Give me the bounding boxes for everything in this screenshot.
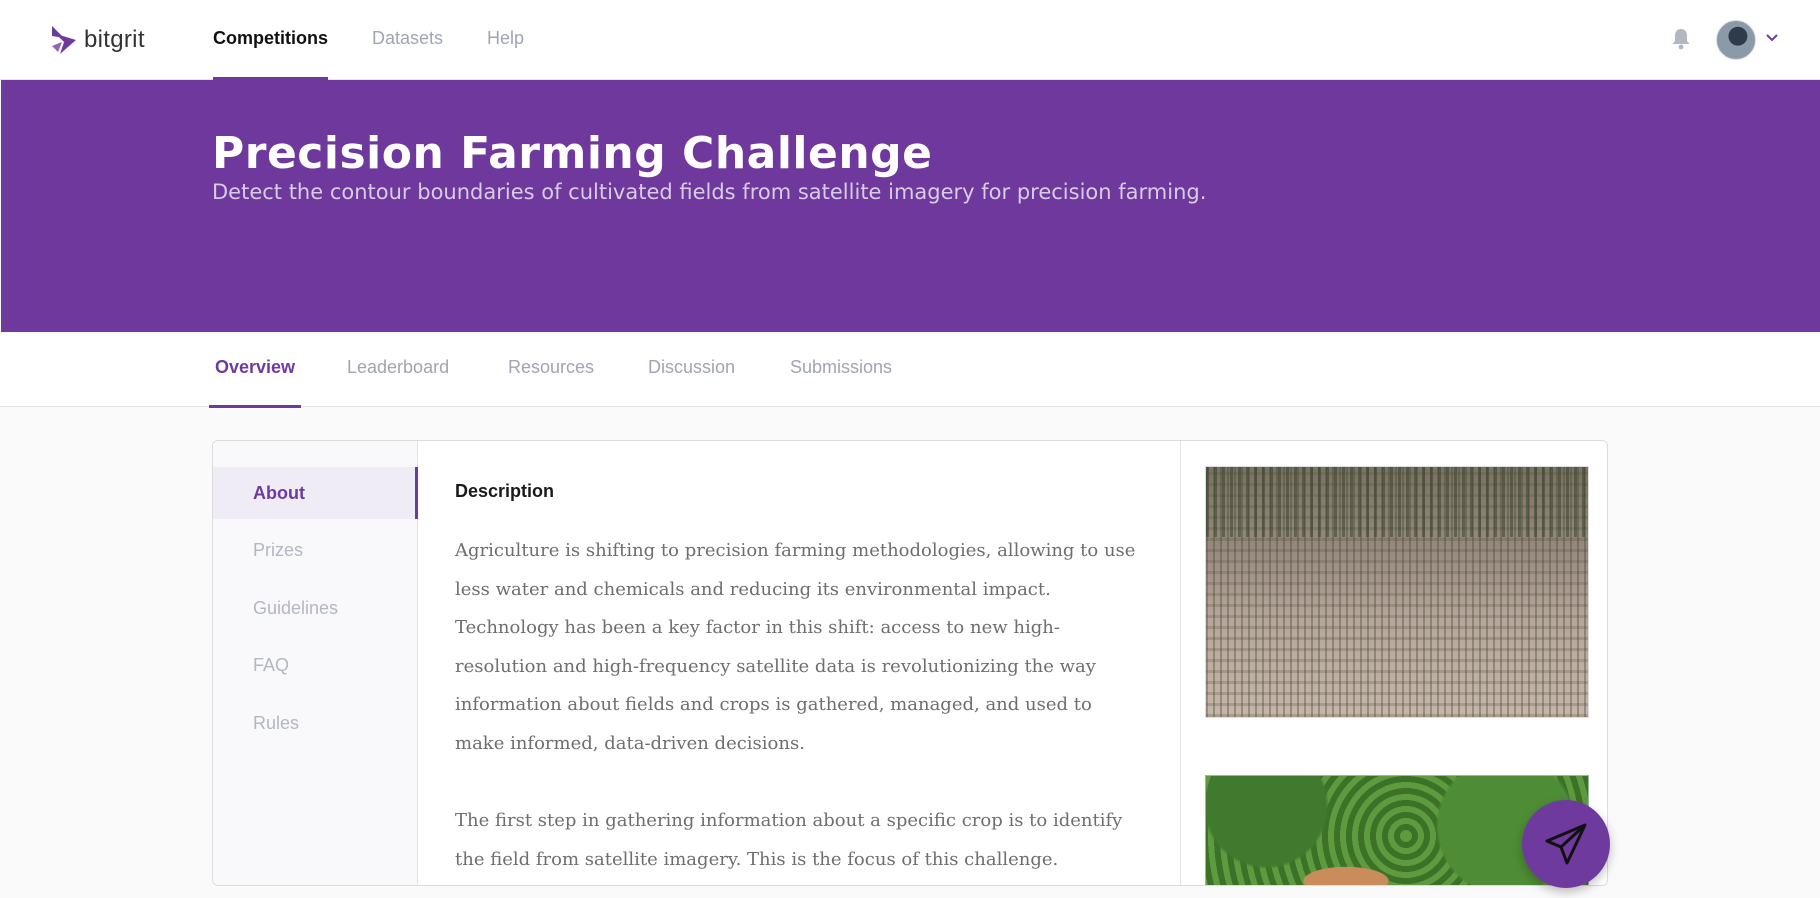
bitgrit-logo[interactable]: bitgrit (50, 20, 145, 60)
description-content: Description Agriculture is shifting to p… (419, 441, 1181, 885)
sidebar-item-about[interactable]: About (213, 467, 418, 519)
top-navigation-bar: bitgrit Competitions Datasets Help (0, 0, 1820, 80)
tab-discussion[interactable]: Discussion (648, 332, 735, 407)
competition-hero-banner: Precision Farming Challenge Detect the c… (1, 80, 1820, 332)
competition-tabs: Overview Leaderboard Resources Discussio… (0, 332, 1820, 408)
overview-sidebar: About Prizes Guidelines FAQ Rules (213, 441, 418, 885)
sidebar-item-rules[interactable]: Rules (213, 697, 418, 749)
description-heading: Description (455, 481, 555, 501)
page-subtitle: Detect the contour boundaries of cultiva… (212, 180, 1207, 204)
brand-name: bitgrit (84, 26, 145, 53)
bitgrit-logo-icon (52, 26, 76, 54)
bell-icon[interactable] (1671, 28, 1691, 50)
tab-submissions[interactable]: Submissions (790, 332, 892, 407)
tab-leaderboard[interactable]: Leaderboard (347, 332, 449, 407)
sidebar-item-prizes[interactable]: Prizes (213, 524, 418, 576)
send-icon (1545, 823, 1587, 865)
main-nav: Competitions Datasets Help (213, 0, 524, 80)
aerial-field-image (1205, 466, 1589, 718)
description-paragraph: Agriculture is shifting to precision far… (455, 540, 1136, 754)
tab-resources[interactable]: Resources (508, 332, 594, 407)
sidebar-item-guidelines[interactable]: Guidelines (213, 582, 418, 634)
chevron-down-icon[interactable] (1764, 30, 1780, 46)
sidebar-item-faq[interactable]: FAQ (213, 639, 418, 691)
overview-card: About Prizes Guidelines FAQ Rules Descri… (212, 440, 1608, 886)
page-title: Precision Farming Challenge (212, 128, 933, 179)
nav-datasets[interactable]: Datasets (372, 0, 443, 80)
nav-competitions[interactable]: Competitions (213, 0, 328, 80)
feedback-fab-button[interactable] (1522, 800, 1610, 888)
user-avatar[interactable] (1716, 20, 1756, 60)
tab-overview[interactable]: Overview (208, 332, 302, 408)
description-paragraph: The first step in gathering information … (455, 810, 1123, 870)
nav-help[interactable]: Help (487, 0, 524, 80)
